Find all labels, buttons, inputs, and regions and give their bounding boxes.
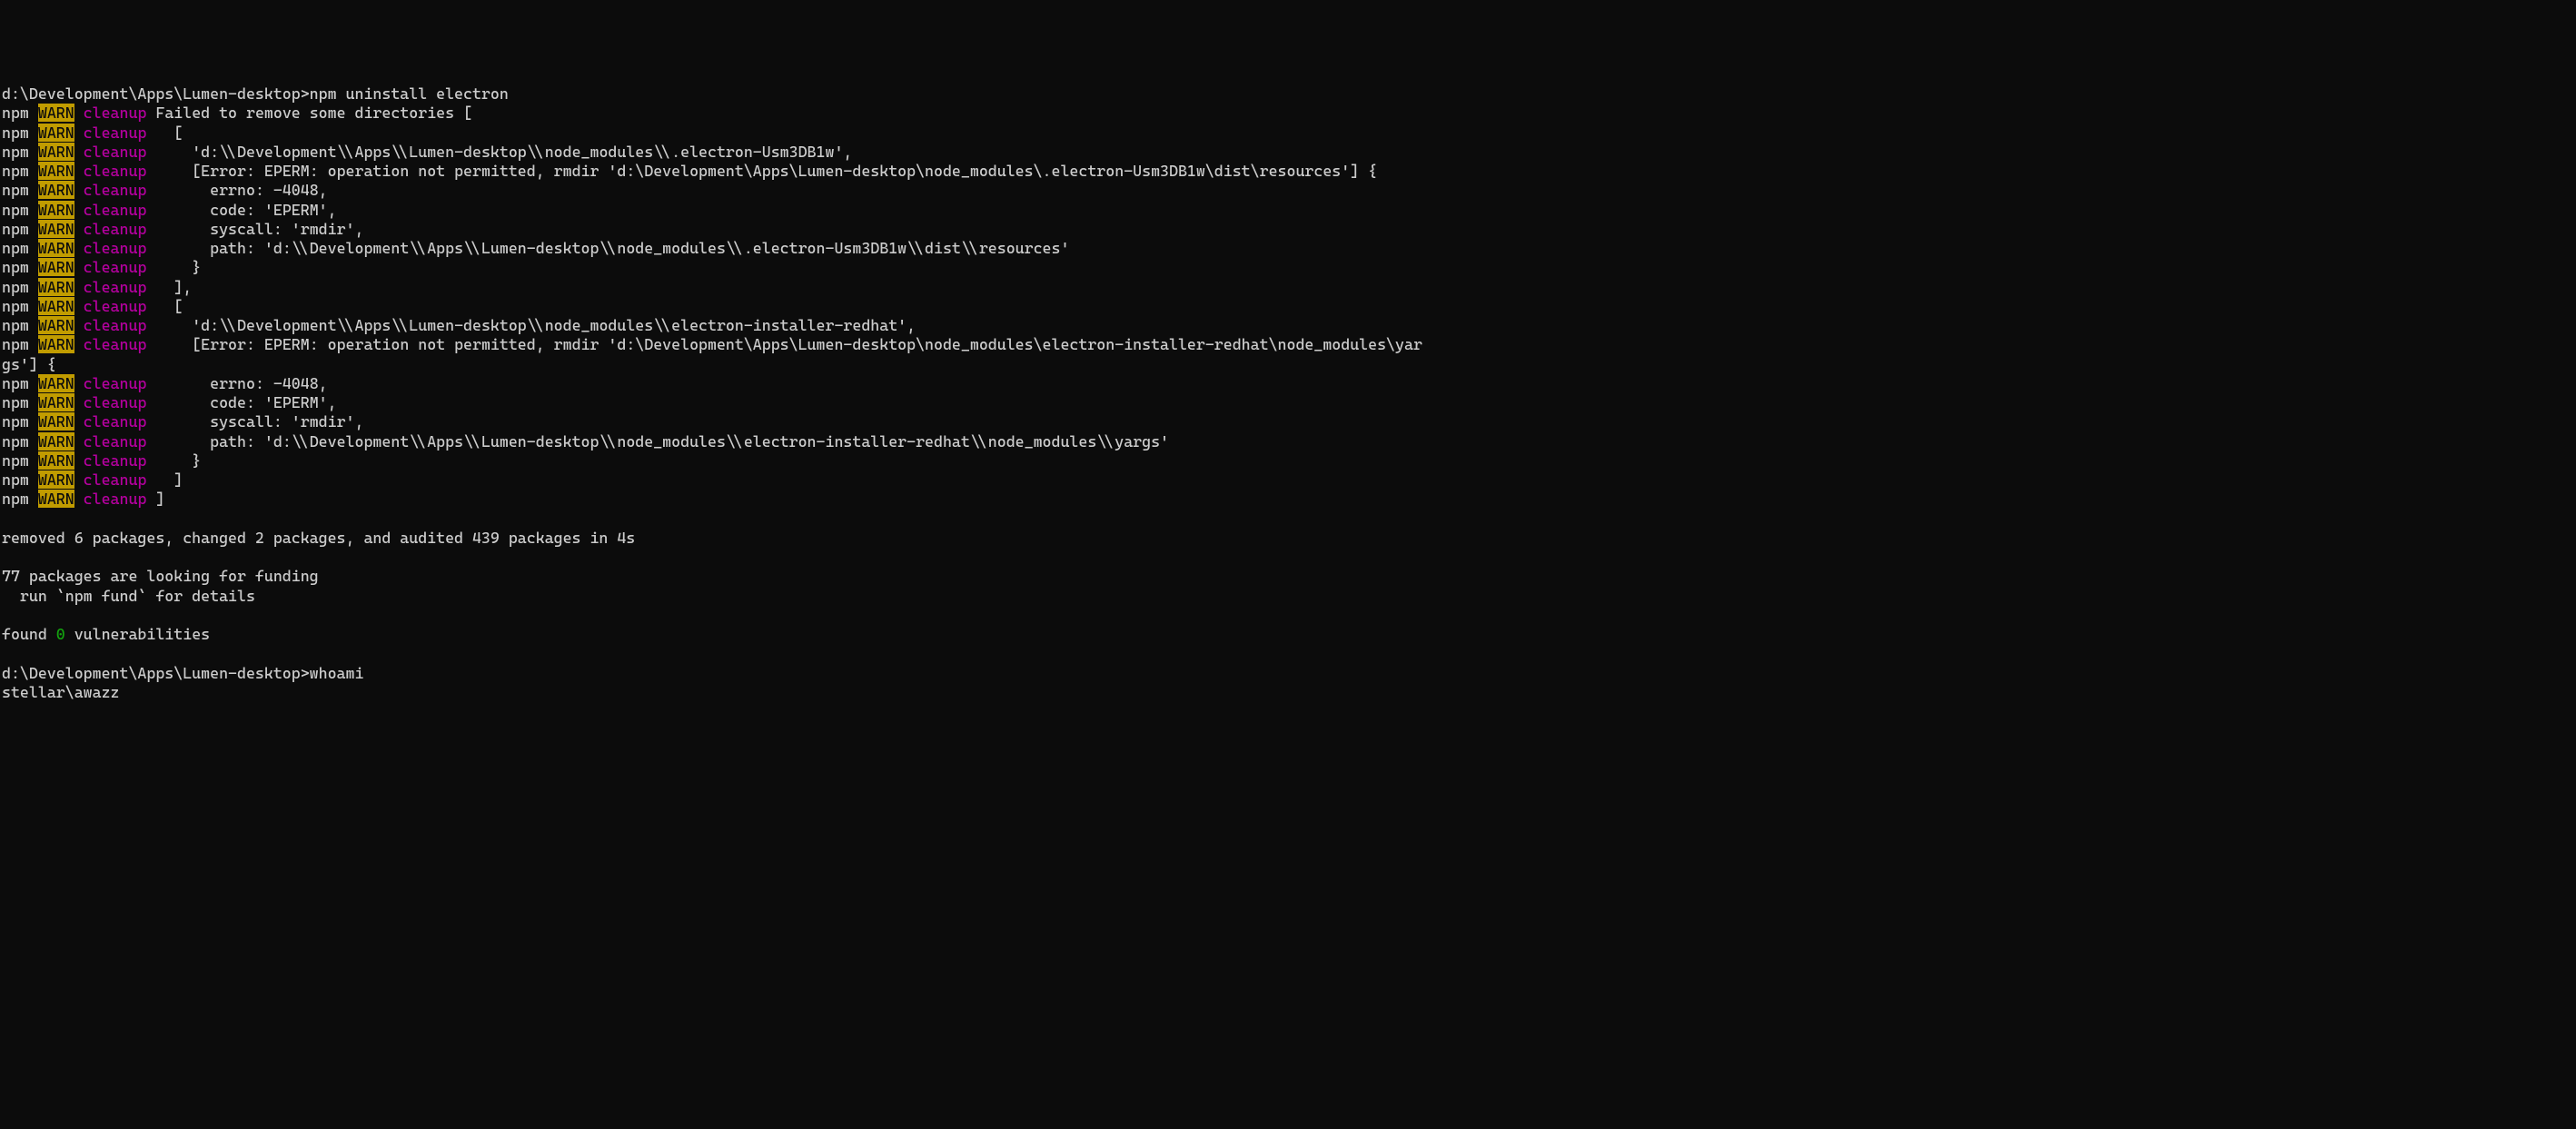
cleanup-label: cleanup: [84, 220, 147, 238]
npm-label: npm: [2, 451, 29, 470]
warn-label: WARN: [38, 451, 74, 470]
log-text: syscall: 'rmdir',: [146, 412, 363, 431]
npm-label: npm: [2, 470, 29, 489]
warn-label: WARN: [38, 104, 74, 122]
warn-label: WARN: [38, 412, 74, 431]
npm-label: npm: [2, 432, 29, 451]
warn-label: WARN: [38, 374, 74, 392]
cleanup-label: cleanup: [84, 104, 147, 122]
log-text: path: 'd:\\Development\\Apps\\Lumen-desk…: [146, 432, 1169, 451]
log-text: [Error: EPERM: operation not permitted, …: [146, 335, 1422, 353]
log-text: }: [146, 258, 201, 276]
npm-label: npm: [2, 181, 29, 199]
prompt: d:\Development\Apps\Lumen-desktop>: [2, 84, 310, 103]
npm-label: npm: [2, 104, 29, 122]
npm-label: npm: [2, 220, 29, 238]
log-text: }: [146, 451, 201, 470]
cleanup-label: cleanup: [84, 201, 147, 219]
warn-label: WARN: [38, 124, 74, 142]
npm-label: npm: [2, 258, 29, 276]
npm-label: npm: [2, 335, 29, 353]
npm-label: npm: [2, 124, 29, 142]
warn-label: WARN: [38, 143, 74, 161]
cleanup-label: cleanup: [84, 162, 147, 180]
cleanup-label: cleanup: [84, 143, 147, 161]
warn-label: WARN: [38, 258, 74, 276]
log-text: [Error: EPERM: operation not permitted, …: [146, 162, 1377, 180]
log-text: Failed to remove some directories [: [146, 104, 472, 122]
cleanup-label: cleanup: [84, 297, 147, 315]
terminal-output[interactable]: d:\Development\Apps\Lumen-desktop>npm un…: [2, 84, 2576, 702]
cleanup-label: cleanup: [84, 181, 147, 199]
npm-label: npm: [2, 143, 29, 161]
npm-label: npm: [2, 297, 29, 315]
npm-label: npm: [2, 412, 29, 431]
log-text: code: 'EPERM',: [146, 393, 336, 411]
warn-label: WARN: [38, 181, 74, 199]
cleanup-label: cleanup: [84, 470, 147, 489]
npm-label: npm: [2, 278, 29, 296]
npm-label: npm: [2, 490, 29, 508]
whoami-output: stellar\awazz: [2, 683, 120, 701]
warn-label: WARN: [38, 490, 74, 508]
command-text: npm uninstall electron: [310, 84, 509, 103]
npm-label: npm: [2, 162, 29, 180]
warn-label: WARN: [38, 393, 74, 411]
cleanup-label: cleanup: [84, 335, 147, 353]
npm-label: npm: [2, 374, 29, 392]
cleanup-label: cleanup: [84, 490, 147, 508]
cleanup-label: cleanup: [84, 451, 147, 470]
log-text: 'd:\\Development\\Apps\\Lumen-desktop\\n…: [146, 143, 852, 161]
npm-label: npm: [2, 393, 29, 411]
log-text: syscall: 'rmdir',: [146, 220, 363, 238]
npm-label: npm: [2, 201, 29, 219]
warn-label: WARN: [38, 278, 74, 296]
warn-label: WARN: [38, 201, 74, 219]
cleanup-label: cleanup: [84, 258, 147, 276]
warn-label: WARN: [38, 297, 74, 315]
warn-label: WARN: [38, 239, 74, 257]
funding-text: 77 packages are looking for funding: [2, 567, 319, 585]
log-text: errno: -4048,: [146, 374, 327, 392]
npm-label: npm: [2, 239, 29, 257]
command-text: whoami: [310, 664, 364, 682]
funding-text: run `npm fund` for details: [2, 587, 255, 605]
vuln-count: 0: [56, 625, 65, 643]
cleanup-label: cleanup: [84, 374, 147, 392]
vuln-text: found: [2, 625, 56, 643]
log-text: 'd:\\Development\\Apps\\Lumen-desktop\\n…: [146, 316, 916, 334]
vuln-text: vulnerabilities: [65, 625, 210, 643]
cleanup-label: cleanup: [84, 412, 147, 431]
log-text: errno: -4048,: [146, 181, 327, 199]
log-text: ],: [146, 278, 192, 296]
warn-label: WARN: [38, 432, 74, 451]
summary-text: removed 6 packages, changed 2 packages, …: [2, 529, 635, 547]
cleanup-label: cleanup: [84, 316, 147, 334]
warn-label: WARN: [38, 470, 74, 489]
log-text: code: 'EPERM',: [146, 201, 336, 219]
log-text: ]: [146, 470, 183, 489]
warn-label: WARN: [38, 162, 74, 180]
log-text: ]: [146, 490, 164, 508]
log-text: path: 'd:\\Development\\Apps\\Lumen-desk…: [146, 239, 1069, 257]
warn-label: WARN: [38, 220, 74, 238]
cleanup-label: cleanup: [84, 278, 147, 296]
cleanup-label: cleanup: [84, 124, 147, 142]
cleanup-label: cleanup: [84, 432, 147, 451]
cleanup-label: cleanup: [84, 239, 147, 257]
cleanup-label: cleanup: [84, 393, 147, 411]
warn-label: WARN: [38, 316, 74, 334]
prompt: d:\Development\Apps\Lumen-desktop>: [2, 664, 310, 682]
warn-label: WARN: [38, 335, 74, 353]
log-text-wrap: gs'] {: [2, 355, 56, 373]
log-text: [: [146, 124, 183, 142]
npm-label: npm: [2, 316, 29, 334]
log-text: [: [146, 297, 183, 315]
